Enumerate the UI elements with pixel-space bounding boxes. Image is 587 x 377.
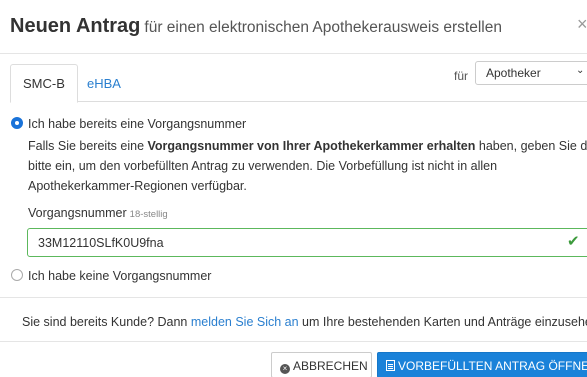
role-select-value: Apotheker <box>486 66 541 80</box>
modal-header: Neuen Antrag für einen elektronischen Apo… <box>0 0 587 54</box>
role-select[interactable]: Apotheker ⌄ <box>475 61 587 85</box>
vorgangsnummer-label: Vorgangsnummer 18-stellig <box>28 206 168 220</box>
close-icon[interactable]: × <box>577 14 587 35</box>
explanation-line-3: Apothekerkammer-Regionen verfügbar. <box>28 179 247 193</box>
explanation-text-end: haben, geben Sie diese <box>478 139 587 153</box>
explanation-line-2: bitte ein, um den vorbefüllten Antrag zu… <box>28 159 498 173</box>
login-hint: Sie sind bereits Kunde? Dann melden Sie … <box>22 315 587 329</box>
cancel-button[interactable]: × ABBRECHEN <box>271 352 372 377</box>
login-hint-text-end: um Ihre bestehenden Karten und Anträge e… <box>298 315 587 329</box>
vorgangsnummer-input[interactable]: 33M12110SLfK0U9fna <box>27 228 587 257</box>
radio-existing-number-label[interactable]: Ich habe bereits eine Vorgangsnummer <box>28 117 246 131</box>
vorgangsnummer-label-text: Vorgangsnummer <box>28 206 127 220</box>
tab-ehba[interactable]: eHBA <box>74 64 134 103</box>
document-icon <box>386 360 395 371</box>
role-select-prefix: für <box>454 69 469 83</box>
radio-existing-number[interactable] <box>11 117 23 129</box>
open-prefilled-application-button[interactable]: VORBEFÜLLTEN ANTRAG ÖFFNEN <box>377 352 587 377</box>
tab-smc-b[interactable]: SMC-B <box>10 64 78 103</box>
divider <box>0 297 587 298</box>
radio-no-number[interactable] <box>11 269 23 281</box>
cancel-icon: × <box>280 364 290 374</box>
explanation-line-1: Falls Sie bereits eine Vorgangsnummer vo… <box>28 139 587 153</box>
check-icon: ✔ <box>567 233 580 250</box>
cancel-button-label: ABBRECHEN <box>293 359 368 373</box>
chevron-down-icon: ⌄ <box>576 65 585 76</box>
modal-title: Neuen Antrag für einen elektronischen Apo… <box>10 15 502 38</box>
vorgangsnummer-hint: 18-stellig <box>129 209 168 220</box>
login-hint-text: Sie sind bereits Kunde? Dann <box>22 315 191 329</box>
explanation-bold: Vorgangsnummer von Ihrer Apothekerkammer… <box>147 139 476 153</box>
explanation-text: Falls Sie bereits eine <box>28 139 148 153</box>
radio-no-number-label[interactable]: Ich habe keine Vorgangsnummer <box>28 269 211 283</box>
open-prefilled-application-label: VORBEFÜLLTEN ANTRAG ÖFFNEN <box>398 359 587 373</box>
login-link[interactable]: melden Sie Sich an <box>191 315 299 329</box>
modal-title-rest: für einen elektronischen Apothekerauswei… <box>144 19 502 36</box>
footer-divider <box>0 341 587 342</box>
modal-title-strong: Neuen Antrag <box>10 15 141 37</box>
